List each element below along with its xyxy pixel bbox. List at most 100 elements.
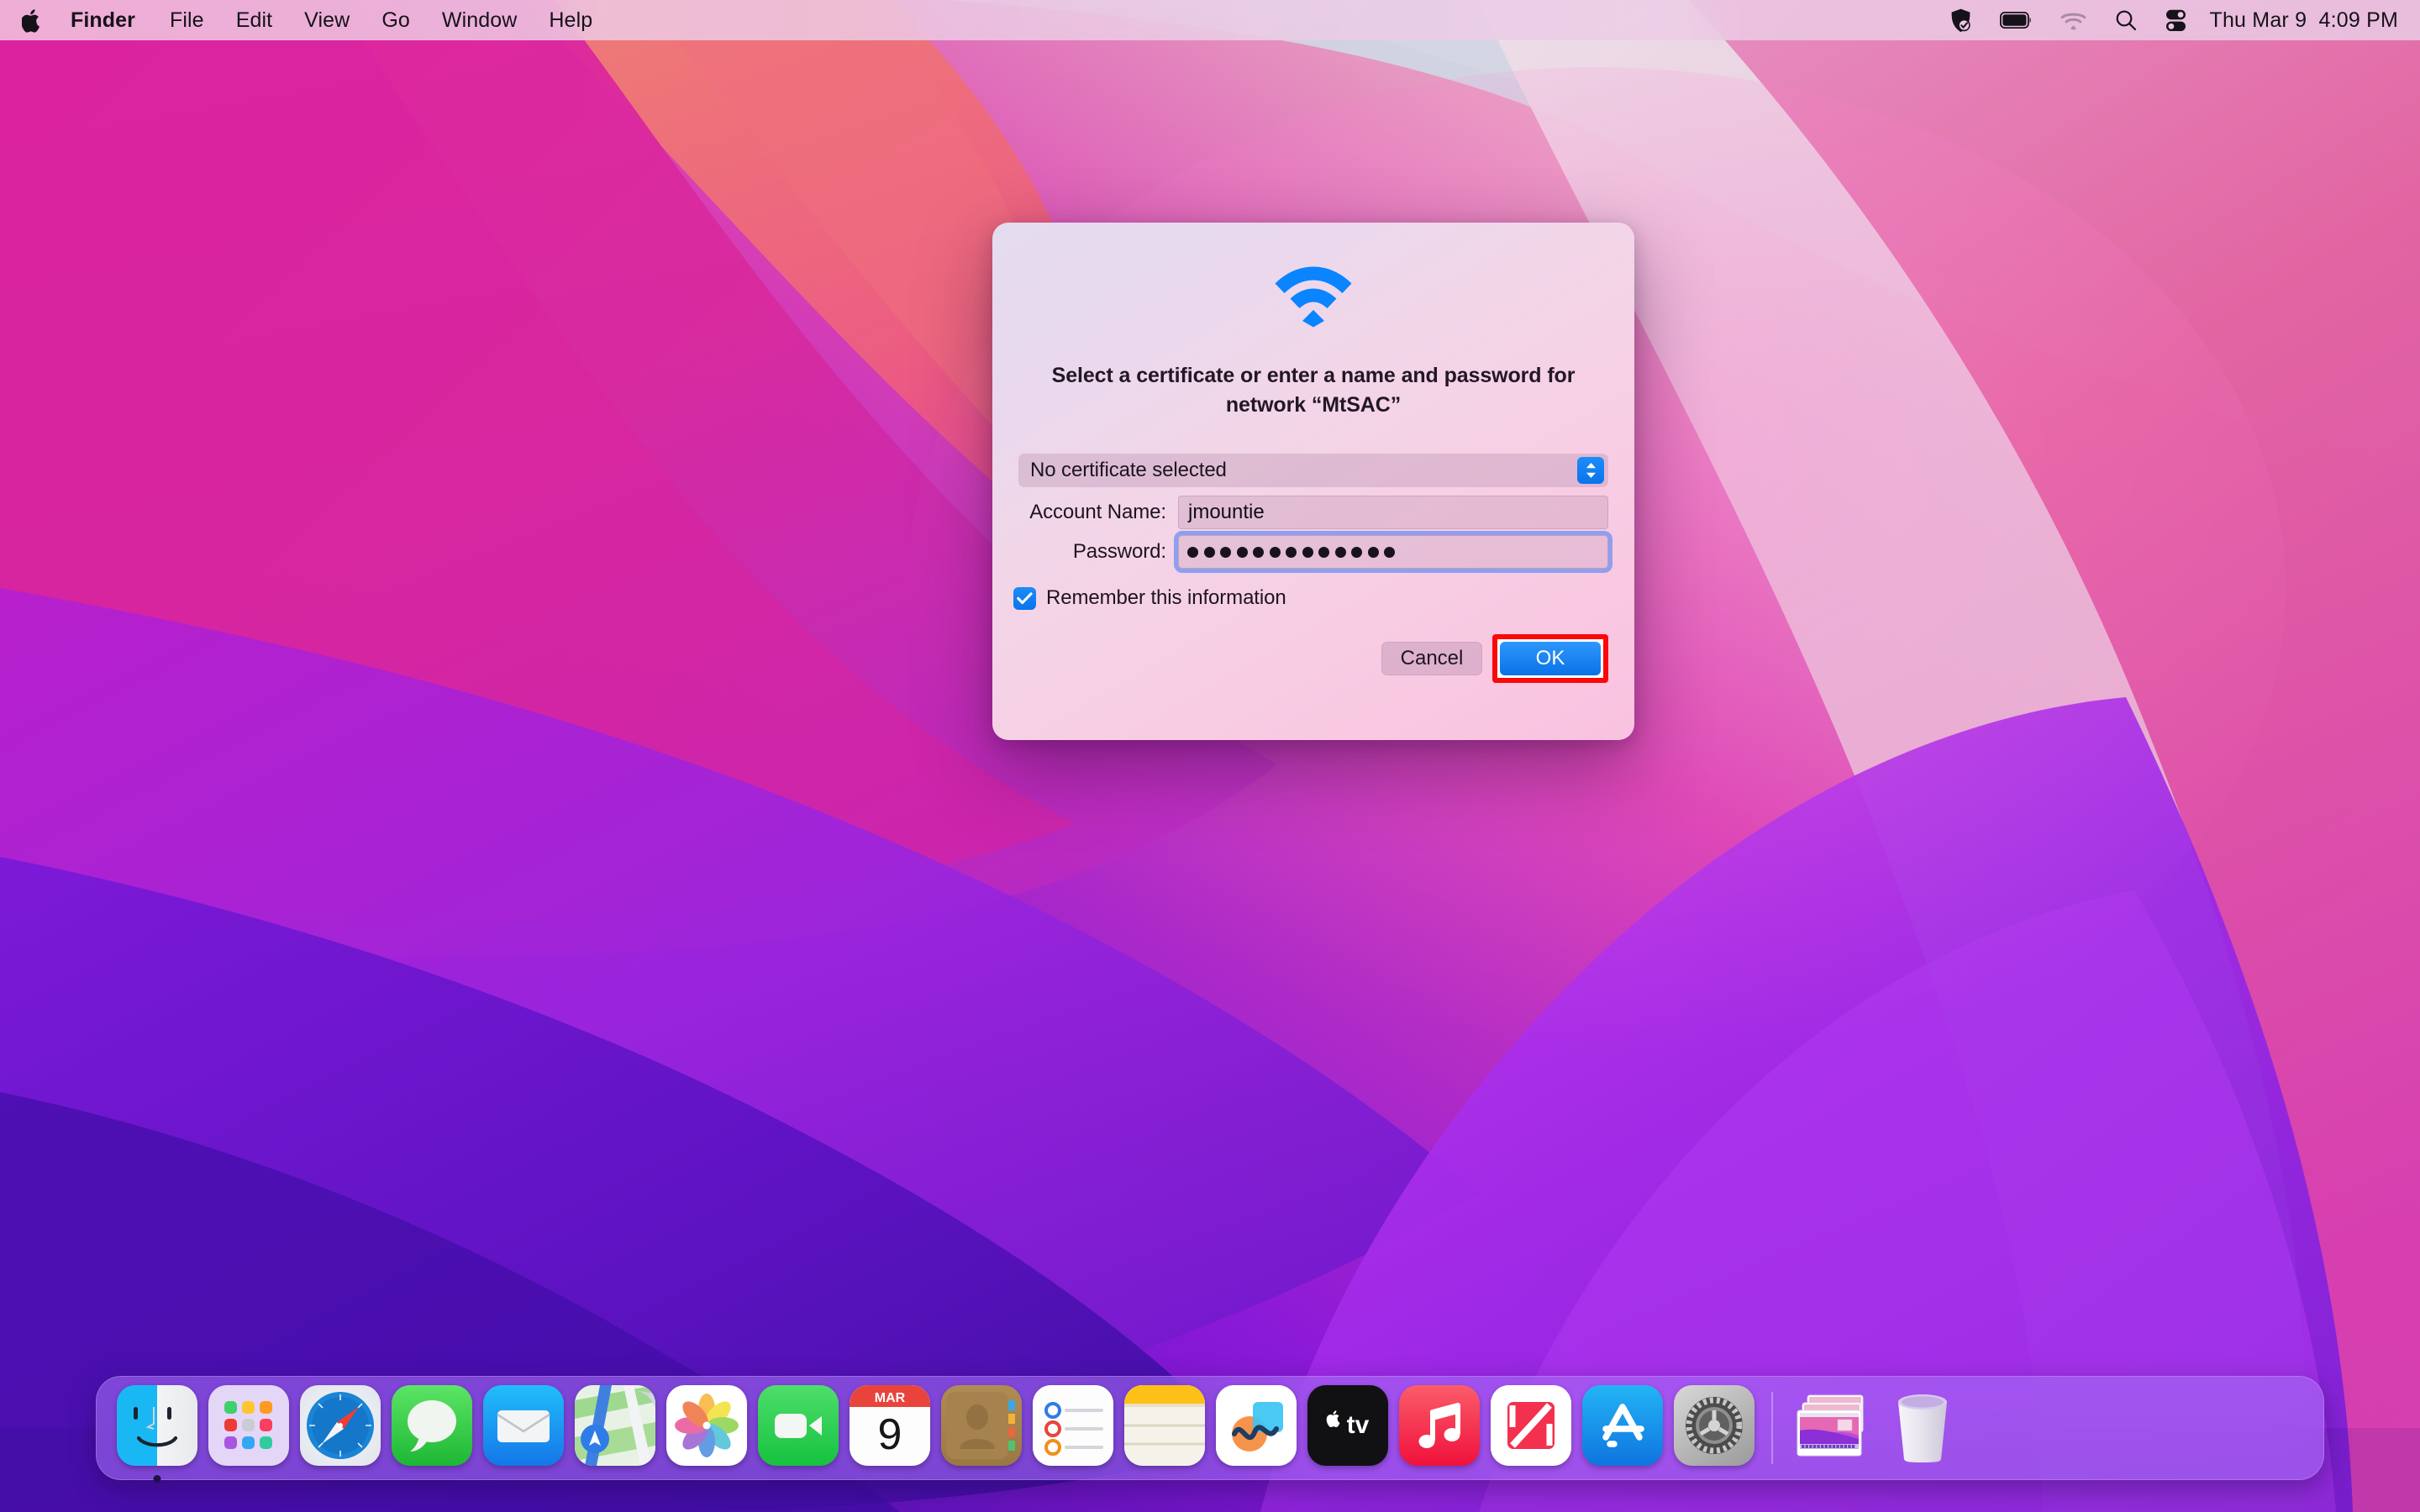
dock-item-facetime[interactable] bbox=[755, 1384, 841, 1472]
chevron-up-down-icon[interactable] bbox=[1577, 457, 1604, 484]
dialog-wifi-icon bbox=[992, 223, 1634, 328]
menu-item-file[interactable]: File bbox=[154, 0, 220, 40]
dock-separator bbox=[1771, 1392, 1773, 1464]
account-name-input[interactable]: jmountie bbox=[1178, 496, 1608, 529]
dock-item-freeform[interactable] bbox=[1213, 1384, 1299, 1472]
music-icon bbox=[1398, 1384, 1480, 1466]
contacts-icon bbox=[940, 1384, 1022, 1466]
dock-item-finder[interactable] bbox=[113, 1384, 200, 1483]
music-note-glyph bbox=[1418, 1402, 1460, 1448]
menu-bar: Finder File Edit View Go Window Help Thu… bbox=[0, 0, 2420, 40]
dock-item-tv[interactable]: tv bbox=[1304, 1384, 1391, 1472]
dock-item-system-preferences[interactable] bbox=[1670, 1384, 1757, 1472]
search-icon[interactable] bbox=[2101, 0, 2151, 40]
dock-item-photos[interactable] bbox=[663, 1384, 750, 1472]
battery-glyph bbox=[2000, 12, 2032, 29]
cancel-button[interactable]: Cancel bbox=[1381, 642, 1482, 675]
running-indicator bbox=[153, 1474, 160, 1483]
dock-item-calendar[interactable]: MAR 9 bbox=[846, 1384, 933, 1472]
contacts-book-glyph bbox=[945, 1391, 1015, 1459]
dock-item-maps[interactable] bbox=[571, 1384, 658, 1472]
safari-icon bbox=[299, 1384, 381, 1466]
launchpad-icon bbox=[208, 1384, 289, 1466]
photos-pinwheel-glyph bbox=[674, 1393, 739, 1457]
dock-item-screenshots-stack[interactable] bbox=[1787, 1385, 1874, 1472]
password-row: Password: bbox=[1018, 531, 1612, 573]
menu-item-window[interactable]: Window bbox=[426, 0, 534, 40]
shield-check-icon[interactable] bbox=[1936, 0, 1986, 40]
svg-text:9: 9 bbox=[877, 1410, 902, 1459]
password-label: Password: bbox=[1072, 540, 1166, 563]
screenshots-stack-icon bbox=[1791, 1385, 1871, 1466]
certificate-select-label: No certificate selected bbox=[1030, 459, 1227, 481]
apple-logo-icon[interactable] bbox=[18, 0, 57, 40]
dock-item-contacts[interactable] bbox=[938, 1384, 1024, 1472]
trash-icon bbox=[1882, 1385, 1963, 1466]
mail-icon bbox=[482, 1384, 564, 1466]
svg-text:MAR: MAR bbox=[874, 1391, 905, 1405]
chevron-up-down-glyph bbox=[1586, 463, 1596, 478]
account-name-row: Account Name: jmountie bbox=[1018, 496, 1608, 529]
remember-info-row[interactable]: Remember this information bbox=[1013, 586, 1634, 610]
dock-item-messages[interactable] bbox=[388, 1384, 475, 1472]
menu-bar-left: Finder File Edit View Go Window Help bbox=[0, 0, 608, 40]
dock: MAR 9 tv bbox=[96, 1376, 2324, 1483]
battery-icon[interactable] bbox=[1986, 0, 2046, 40]
menu-item-go[interactable]: Go bbox=[366, 0, 426, 40]
facetime-icon bbox=[757, 1384, 839, 1466]
password-input[interactable] bbox=[1174, 531, 1612, 573]
news-icon bbox=[1490, 1384, 1571, 1466]
gear-glyph bbox=[1685, 1396, 1743, 1454]
apple-tv-icon: tv bbox=[1307, 1384, 1388, 1466]
svg-text:tv: tv bbox=[1346, 1411, 1369, 1439]
dialog-button-row: Cancel OK bbox=[1018, 634, 1608, 683]
account-name-label: Account Name: bbox=[1029, 501, 1166, 523]
dock-item-appstore[interactable] bbox=[1579, 1384, 1665, 1472]
dock-item-notes[interactable] bbox=[1121, 1384, 1207, 1472]
ok-button-highlight: OK bbox=[1492, 634, 1608, 683]
screenshot-stack-glyph bbox=[1797, 1394, 1863, 1456]
safari-compass-glyph bbox=[306, 1391, 374, 1459]
menu-bar-clock[interactable]: Thu Mar 9 4:09 PM bbox=[2201, 0, 2398, 40]
envelope-glyph bbox=[496, 1410, 550, 1442]
control-center-glyph bbox=[2166, 9, 2186, 31]
search-glyph bbox=[2117, 10, 2137, 31]
remember-checkbox-label: Remember this information bbox=[1046, 586, 1286, 609]
news-n-glyph bbox=[1490, 1384, 1571, 1466]
freeform-glyph bbox=[1215, 1384, 1297, 1466]
dialog-title: Select a certificate or enter a name and… bbox=[1051, 364, 1576, 417]
dock-item-launchpad[interactable] bbox=[205, 1384, 292, 1472]
dock-item-news[interactable] bbox=[1487, 1384, 1574, 1472]
menu-item-view[interactable]: View bbox=[288, 0, 366, 40]
wifi-glyph bbox=[2061, 13, 2086, 29]
dock-item-music[interactable] bbox=[1396, 1384, 1482, 1472]
remember-checkbox[interactable] bbox=[1013, 586, 1036, 610]
maps-icon bbox=[574, 1384, 655, 1466]
dock-item-reminders[interactable] bbox=[1029, 1384, 1116, 1472]
menu-item-finder[interactable]: Finder bbox=[57, 0, 154, 40]
certificate-row: No certificate selected bbox=[1018, 454, 1608, 487]
wifi-icon bbox=[1275, 266, 1352, 328]
system-preferences-icon bbox=[1673, 1384, 1754, 1466]
finder-face-glyph bbox=[133, 1406, 177, 1446]
certificate-select[interactable]: No certificate selected bbox=[1018, 454, 1608, 487]
dock-item-mail[interactable] bbox=[480, 1384, 566, 1472]
menu-item-help[interactable]: Help bbox=[533, 0, 608, 40]
video-camera-glyph bbox=[774, 1413, 822, 1438]
password-masked-value bbox=[1187, 546, 1395, 558]
finder-icon bbox=[116, 1384, 197, 1466]
control-center-icon[interactable] bbox=[2151, 0, 2201, 40]
dock-item-trash[interactable] bbox=[1879, 1385, 1965, 1472]
trash-bin-glyph bbox=[1897, 1394, 1947, 1462]
reminders-list-glyph bbox=[1032, 1384, 1113, 1466]
app-store-a-glyph bbox=[1602, 1403, 1644, 1447]
photos-icon bbox=[666, 1384, 747, 1466]
calendar-glyph: MAR 9 bbox=[849, 1384, 930, 1466]
maps-glyph bbox=[574, 1384, 655, 1466]
notes-icon bbox=[1123, 1384, 1205, 1466]
calendar-icon: MAR 9 bbox=[849, 1384, 930, 1466]
menu-item-edit[interactable]: Edit bbox=[220, 0, 288, 40]
wifi-icon[interactable] bbox=[2046, 0, 2101, 40]
dock-item-safari[interactable] bbox=[297, 1384, 383, 1472]
ok-button[interactable]: OK bbox=[1500, 642, 1601, 675]
